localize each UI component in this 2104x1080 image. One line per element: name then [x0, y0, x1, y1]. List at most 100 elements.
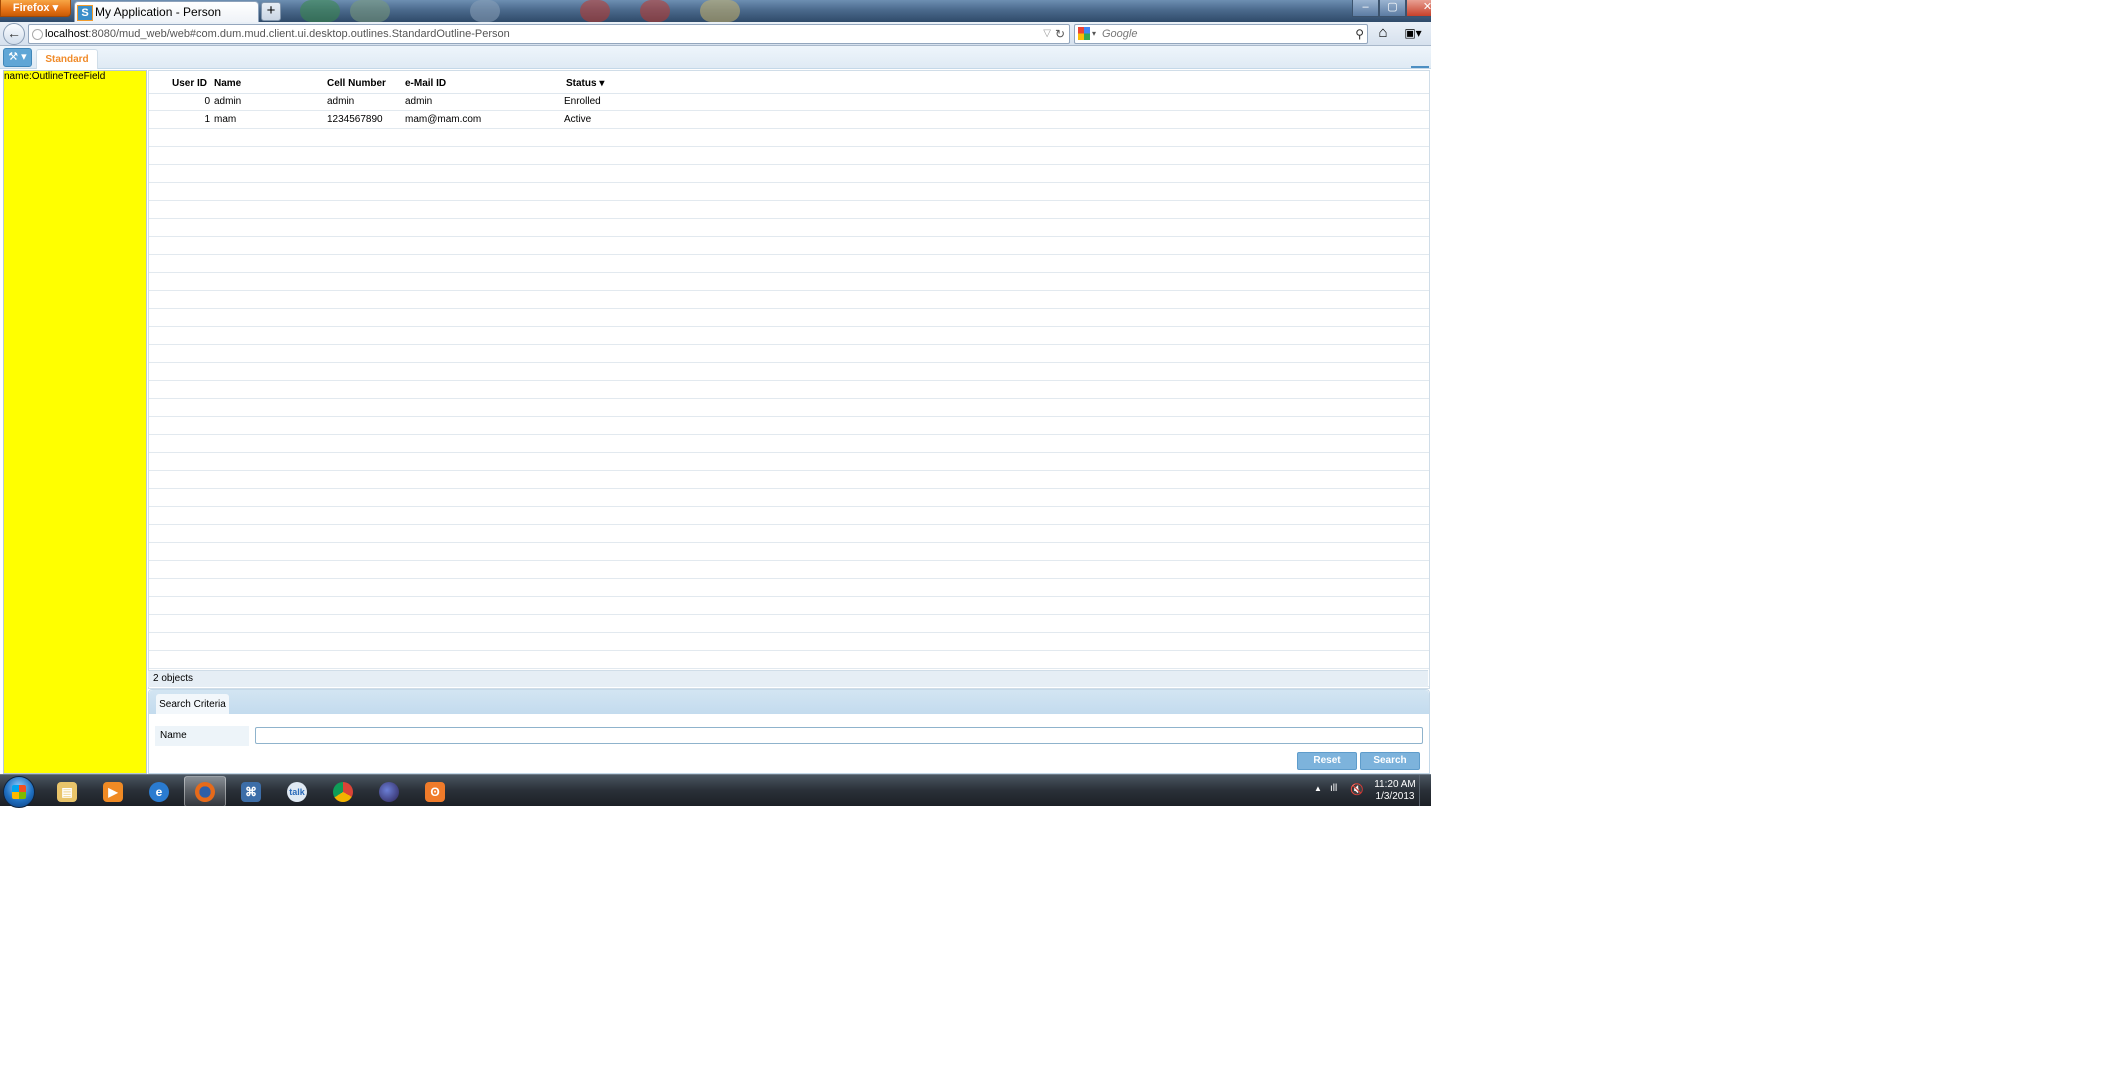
- column-header-name[interactable]: Name: [214, 71, 314, 93]
- empty-table-row: [149, 525, 1429, 543]
- table-body: 0 admin admin admin Enrolled 1 mam 12345…: [149, 93, 1429, 688]
- tools-menu-button[interactable]: ⚒ ▾: [3, 48, 32, 67]
- empty-table-row: [149, 507, 1429, 525]
- windows-logo-icon: [12, 785, 26, 799]
- chrome-icon: [333, 782, 353, 802]
- url-host: localhost: [45, 28, 89, 40]
- taskbar-xampp[interactable]: ʘ: [414, 776, 456, 807]
- taskbar-internet-explorer[interactable]: e: [138, 776, 180, 807]
- show-hidden-icons-icon[interactable]: ▲: [1314, 784, 1322, 793]
- cell-user-id: 1: [204, 114, 210, 125]
- empty-table-row: [149, 471, 1429, 489]
- start-button[interactable]: [3, 776, 35, 808]
- tab-search-criteria[interactable]: Search Criteria: [156, 694, 229, 714]
- taskbar-google-talk[interactable]: talk: [276, 776, 318, 807]
- address-bar[interactable]: localhost:8080/mud_web/web#com.dum.mud.c…: [28, 24, 1070, 44]
- window-titlebar: Firefox ▾ S My Application - Person + – …: [0, 0, 1431, 23]
- search-form-header: Search Criteria: [149, 690, 1429, 714]
- search-icon[interactable]: ⚲: [1355, 25, 1364, 43]
- taskbar-explorer[interactable]: ▤: [46, 776, 88, 807]
- name-search-input[interactable]: [255, 727, 1423, 744]
- url-text: localhost:8080/mud_web/web#com.dum.mud.c…: [45, 25, 510, 43]
- column-header-email[interactable]: e-Mail ID: [405, 71, 505, 93]
- search-bar[interactable]: ▾ Google ⚲: [1074, 24, 1368, 44]
- google-icon[interactable]: [1078, 27, 1090, 40]
- dropdown-arrow-icon[interactable]: ▽: [1043, 25, 1051, 43]
- taskbar-firefox[interactable]: [184, 776, 226, 807]
- cell-email: mam@mam.com: [405, 114, 482, 125]
- navigation-bar: ← localhost:8080/mud_web/web#com.dum.mud…: [0, 22, 1431, 46]
- cell-cell-number: 1234567890: [327, 114, 383, 125]
- empty-table-row: [149, 147, 1429, 165]
- reload-icon[interactable]: ↻: [1055, 25, 1065, 43]
- internet-explorer-icon: e: [149, 782, 169, 802]
- person-table: User ID Name Cell Number e-Mail ID Statu…: [148, 70, 1430, 689]
- application: ⚒ ▾ Standard name:OutlineTreeField User …: [0, 46, 1431, 774]
- folder-icon: ▤: [57, 782, 77, 802]
- taskbar-eclipse[interactable]: [368, 776, 410, 807]
- network-status-icon[interactable]: ıll: [1330, 783, 1337, 794]
- new-tab-button[interactable]: +: [261, 2, 281, 21]
- empty-table-row: [149, 291, 1429, 309]
- header-accent: [1411, 66, 1429, 68]
- reset-button[interactable]: Reset: [1297, 752, 1357, 770]
- url-path: :8080/mud_web/web#com.dum.mud.client.ui.…: [88, 28, 510, 40]
- volume-icon[interactable]: 🔇: [1350, 783, 1364, 796]
- taskbar-network[interactable]: ⌘: [230, 776, 272, 807]
- show-desktop-button[interactable]: [1419, 775, 1431, 806]
- tab-standard-outline[interactable]: Standard: [36, 49, 98, 69]
- home-icon[interactable]: ⌂: [1374, 23, 1392, 43]
- name-field-label: Name: [155, 726, 249, 746]
- search-button[interactable]: Search: [1360, 752, 1420, 770]
- xampp-icon: ʘ: [425, 782, 445, 802]
- firefox-menu-button[interactable]: Firefox ▾: [0, 0, 71, 17]
- search-placeholder: Google: [1102, 28, 1138, 40]
- browser-tab[interactable]: S My Application - Person: [74, 1, 259, 23]
- table-row[interactable]: 0 admin admin admin Enrolled: [149, 93, 1429, 111]
- empty-table-row: [149, 399, 1429, 417]
- tab-title: My Application - Person: [95, 5, 222, 19]
- cell-status: Active: [564, 114, 592, 125]
- empty-table-row: [149, 129, 1429, 147]
- search-engine-dropdown-icon[interactable]: ▾: [1092, 25, 1096, 43]
- taskbar-chrome[interactable]: [322, 776, 364, 807]
- empty-table-row: [149, 381, 1429, 399]
- empty-table-row: [149, 489, 1429, 507]
- clock[interactable]: 11:20 AM 1/3/2013: [1370, 779, 1420, 803]
- object-count: 2 objects: [153, 673, 194, 684]
- maximize-button[interactable]: ▢: [1379, 0, 1406, 17]
- empty-table-row: [149, 345, 1429, 363]
- cell-cell-number: admin: [327, 96, 355, 107]
- table-row[interactable]: 1 mam 1234567890 mam@mam.com Active: [149, 111, 1429, 129]
- bookmarks-icon[interactable]: ▣▾: [1401, 24, 1425, 42]
- empty-table-row: [149, 651, 1429, 669]
- minimize-button[interactable]: –: [1352, 0, 1379, 17]
- column-header-status[interactable]: Status ▾: [566, 71, 626, 93]
- empty-table-row: [149, 543, 1429, 561]
- outline-tree[interactable]: name:OutlineTreeField: [3, 70, 147, 774]
- taskbar-media-player[interactable]: ▶: [92, 776, 134, 807]
- window-controls: – ▢ ✕: [1352, 0, 1431, 17]
- app-header: ⚒ ▾ Standard: [0, 46, 1431, 69]
- column-header-user-id[interactable]: User ID: [149, 71, 207, 93]
- cell-name: admin: [214, 96, 242, 107]
- empty-table-row: [149, 597, 1429, 615]
- media-player-icon: ▶: [103, 782, 123, 802]
- empty-table-row: [149, 435, 1429, 453]
- network-icon: ⌘: [241, 782, 261, 802]
- eclipse-icon: [379, 782, 399, 802]
- empty-table-row: [149, 201, 1429, 219]
- empty-table-row: [149, 633, 1429, 651]
- cell-user-id: 0: [204, 96, 210, 107]
- close-button[interactable]: ✕: [1406, 0, 1431, 17]
- back-button[interactable]: ←: [3, 23, 25, 45]
- empty-table-row: [149, 219, 1429, 237]
- empty-table-row: [149, 453, 1429, 471]
- app-favicon-icon: S: [77, 5, 93, 21]
- column-header-cell-number[interactable]: Cell Number: [327, 71, 397, 93]
- empty-table-row: [149, 255, 1429, 273]
- clock-date: 1/3/2013: [1375, 791, 1415, 802]
- empty-table-row: [149, 417, 1429, 435]
- screen: Firefox ▾ S My Application - Person + – …: [0, 0, 1431, 1080]
- table-status-bar: 2 objects: [148, 670, 1428, 687]
